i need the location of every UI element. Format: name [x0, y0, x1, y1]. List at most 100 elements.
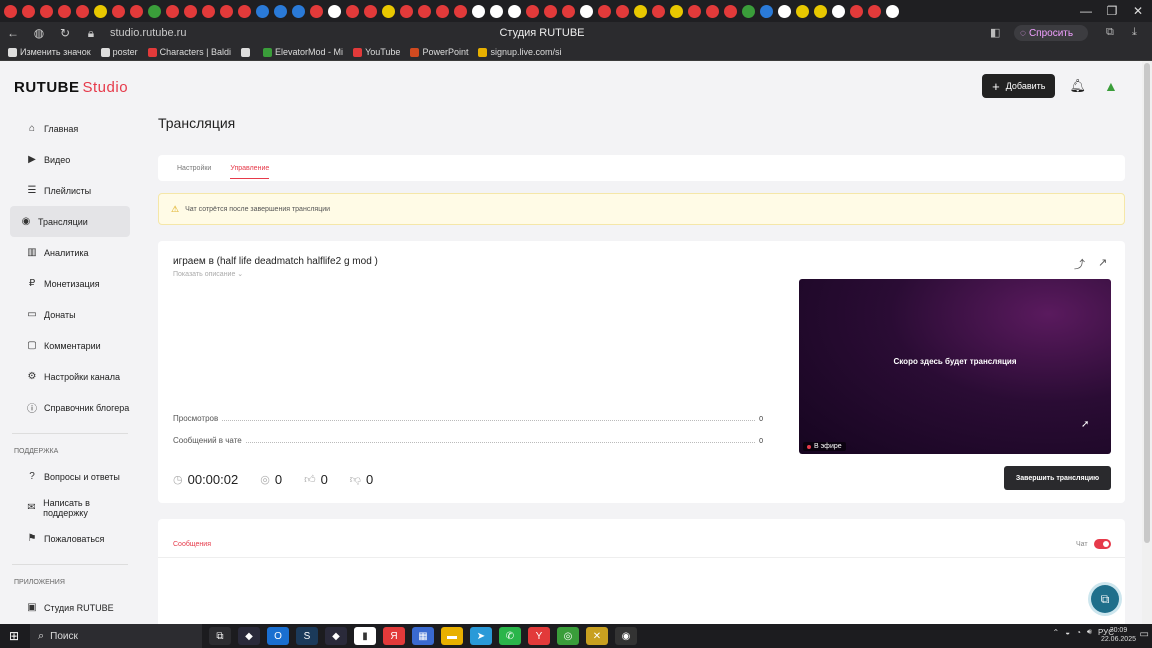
- browser-tab-icon[interactable]: [238, 4, 251, 18]
- browser-tab-icon[interactable]: [148, 4, 161, 18]
- collections-icon[interactable]: ⧉: [1106, 26, 1114, 39]
- browser-tab-icon[interactable]: [760, 4, 773, 18]
- sidebar-item-donate[interactable]: ▭ Донаты: [10, 299, 130, 330]
- bookmark-item[interactable]: [241, 47, 253, 57]
- sidebar-item-monetization[interactable]: ₽ Монетизация: [10, 268, 130, 299]
- avatar[interactable]: ▲: [1104, 78, 1126, 94]
- close-icon[interactable]: ✕: [1125, 0, 1151, 22]
- browser-tab-icon[interactable]: [490, 4, 503, 18]
- browser-tab-icon[interactable]: [814, 4, 827, 18]
- browser-tab-icon[interactable]: [256, 4, 269, 18]
- rutube-studio-logo[interactable]: RUTUBE Studio: [14, 79, 128, 96]
- folder-icon[interactable]: ▬: [441, 627, 463, 645]
- browser-tab-icon[interactable]: [526, 4, 539, 18]
- end-stream-button[interactable]: Завершить трансляцию: [1004, 466, 1111, 490]
- browser-tab-icon[interactable]: [274, 4, 287, 18]
- network-icon[interactable]: ◒: [1065, 628, 1070, 637]
- bookmark-icon[interactable]: ◧: [990, 26, 1000, 39]
- bookmark-item[interactable]: Characters | Baldi: [147, 47, 231, 57]
- external-link-icon[interactable]: ↗: [1098, 256, 1107, 269]
- calc-icon[interactable]: ▦: [412, 627, 434, 645]
- browser-tab-icon[interactable]: [220, 4, 233, 18]
- browser-tab-icon[interactable]: [454, 4, 467, 18]
- browser-tab-icon[interactable]: [328, 4, 341, 18]
- sidebar-item-info[interactable]: ⓘ Справочник блогера: [10, 392, 130, 423]
- browser-tab-icon[interactable]: [112, 4, 125, 18]
- yandex-icon[interactable]: Я: [383, 627, 405, 645]
- bookmark-item[interactable]: PowerPoint: [410, 47, 468, 57]
- minimize-icon[interactable]: —: [1073, 0, 1099, 22]
- app-icon[interactable]: ◆: [238, 627, 260, 645]
- browser-tab-icon[interactable]: [310, 4, 323, 18]
- chat-toggle[interactable]: [1094, 539, 1111, 549]
- browser-tab-icon[interactable]: [598, 4, 611, 18]
- browser-tab-icon[interactable]: [22, 4, 35, 18]
- volume-icon[interactable]: 🔊︎: [1087, 627, 1092, 637]
- bookmark-item[interactable]: ElevatorMod - Mi: [263, 47, 343, 57]
- browser-tab-icon[interactable]: [616, 4, 629, 18]
- browser-tab-icon[interactable]: [400, 4, 413, 18]
- browser-tab-icon[interactable]: [382, 4, 395, 18]
- ask-button[interactable]: ◌ Спросить: [1014, 25, 1088, 41]
- taskbar-search[interactable]: ⌕ Поиск: [30, 624, 202, 648]
- video-player[interactable]: Скоро здесь будет трансляция В эфире ➚: [799, 279, 1111, 454]
- notification-icon[interactable]: ▭: [1140, 629, 1149, 640]
- steam-icon[interactable]: S: [296, 627, 318, 645]
- browser-tab-icon[interactable]: [634, 4, 647, 18]
- help-chat-button[interactable]: ⧉: [1091, 585, 1119, 613]
- browser-tab-icon[interactable]: [418, 4, 431, 18]
- browser-tab-icon[interactable]: [508, 4, 521, 18]
- browser-tab-icon[interactable]: [4, 4, 17, 18]
- browser-tab-icon[interactable]: [706, 4, 719, 18]
- whatsapp-icon[interactable]: ✆: [499, 627, 521, 645]
- browser-tab-icon[interactable]: [58, 4, 71, 18]
- app-icon[interactable]: ✕: [586, 627, 608, 645]
- sidebar-item-studio-app[interactable]: ▣ Студия RUTUBE: [10, 592, 130, 623]
- browser-tab-icon[interactable]: [76, 4, 89, 18]
- tray-arrow-icon[interactable]: ⌃: [1053, 628, 1060, 637]
- browser-tab-icon[interactable]: [850, 4, 863, 18]
- browser-tab-icon[interactable]: [562, 4, 575, 18]
- browser-tab-icon[interactable]: [544, 4, 557, 18]
- sidebar-item-playlist[interactable]: ☰ Плейлисты: [10, 175, 130, 206]
- browser-tab-icon[interactable]: [166, 4, 179, 18]
- browser-tab-icon[interactable]: [94, 4, 107, 18]
- sidebar-item-analytics[interactable]: ▥ Аналитика: [10, 237, 130, 268]
- browser-tab-icon[interactable]: [652, 4, 665, 18]
- taskbar-clock[interactable]: 20:09 22.06.2025: [1101, 626, 1136, 644]
- obs-icon[interactable]: ◉: [615, 627, 637, 645]
- wifi-icon[interactable]: ◔: [1076, 628, 1081, 637]
- sidebar-item-mail[interactable]: ✉ Написать в поддержку: [10, 492, 130, 523]
- bookmark-item[interactable]: Изменить значок: [8, 47, 91, 57]
- browser-tab-icon[interactable]: [796, 4, 809, 18]
- file-icon[interactable]: ▮: [354, 627, 376, 645]
- sidebar-item-broadcast[interactable]: ◉ Трансляции: [10, 206, 130, 237]
- show-description-link[interactable]: Показать описание ⌄: [173, 270, 243, 278]
- browser-tab-icon[interactable]: [436, 4, 449, 18]
- outlook-icon[interactable]: O: [267, 627, 289, 645]
- browser-tab-icon[interactable]: [130, 4, 143, 18]
- browser-tab-icon[interactable]: [778, 4, 791, 18]
- sidebar-item-question[interactable]: ? Вопросы и ответы: [10, 461, 130, 492]
- browser-tab-icon[interactable]: [184, 4, 197, 18]
- maximize-icon[interactable]: ❐: [1099, 0, 1125, 22]
- browser-tab-icon[interactable]: [580, 4, 593, 18]
- browser-tab-icon[interactable]: [688, 4, 701, 18]
- browser-tab-icon[interactable]: [40, 4, 53, 18]
- telegram-icon[interactable]: ➤: [470, 627, 492, 645]
- browser-tab-icon[interactable]: [724, 4, 737, 18]
- browser-tab-icon[interactable]: [742, 4, 755, 18]
- sidebar-item-gear[interactable]: ⚙ Настройки канала: [10, 361, 130, 392]
- bookmark-item[interactable]: poster: [100, 47, 138, 57]
- app-icon[interactable]: ◆: [325, 627, 347, 645]
- add-button[interactable]: + Добавить: [982, 74, 1056, 98]
- tab-messages[interactable]: Сообщения: [173, 541, 211, 548]
- bell-icon[interactable]: 🔔︎: [1069, 78, 1086, 94]
- bookmark-item[interactable]: YouTube: [353, 47, 400, 57]
- download-icon[interactable]: ⤓: [1132, 26, 1137, 39]
- tab-management[interactable]: Управление: [230, 155, 269, 181]
- sidebar-item-home[interactable]: ⌂ Главная: [10, 113, 130, 144]
- share-icon[interactable]: ⤴: [1074, 256, 1085, 272]
- browser-tab-icon[interactable]: [292, 4, 305, 18]
- browser-tab-icon[interactable]: [832, 4, 845, 18]
